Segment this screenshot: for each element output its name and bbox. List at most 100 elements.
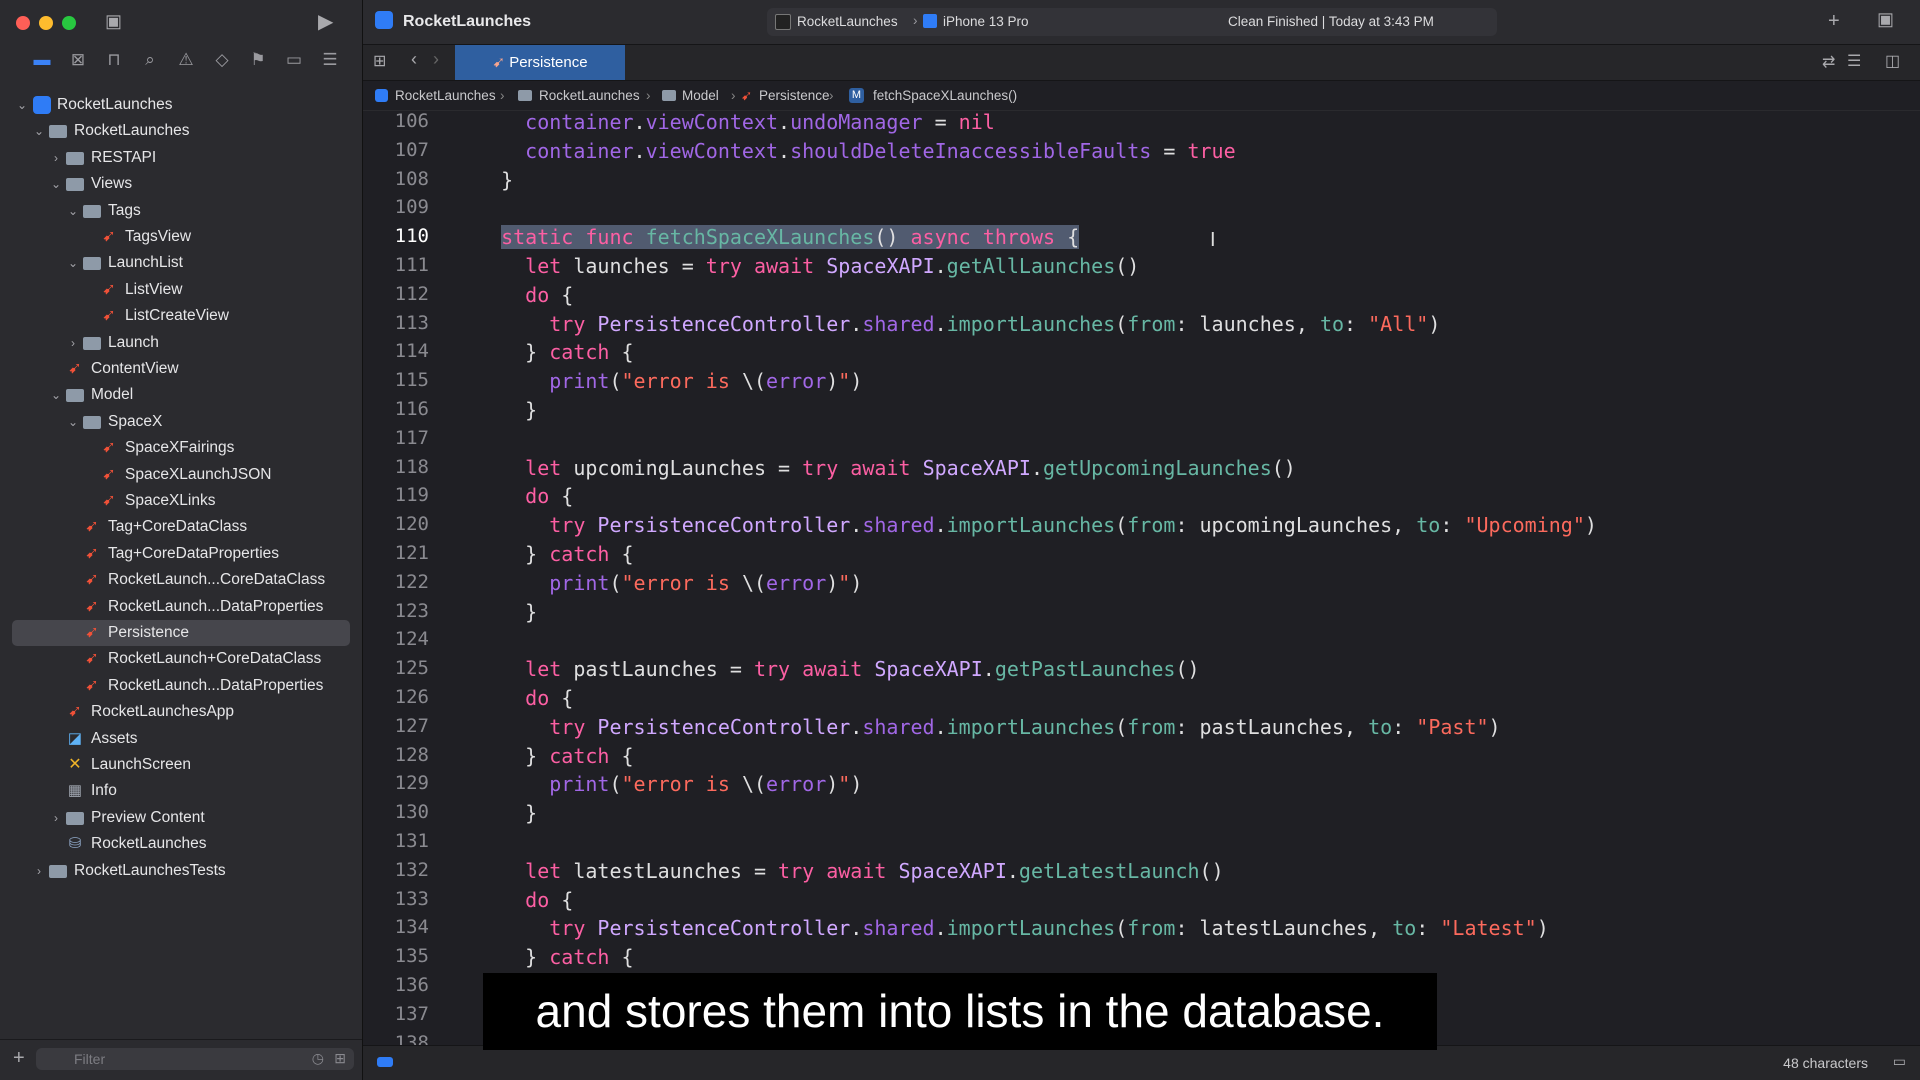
code-line: let upcomingLaunches = try await SpaceXA… (525, 456, 1296, 480)
chevron-down-icon[interactable]: ⌄ (66, 198, 80, 224)
scheme-selector[interactable]: RocketLaunches (797, 14, 898, 29)
chevron-right-icon[interactable]: › (66, 330, 80, 356)
tree-item[interactable]: ⌄ LaunchList (0, 250, 362, 276)
chevron-down-icon[interactable]: ⌄ (32, 118, 46, 144)
report-navigator-icon[interactable]: ☰ (312, 50, 348, 76)
zoom-window-button[interactable] (62, 16, 76, 30)
chevron-right-icon[interactable]: › (49, 805, 63, 831)
chevron-down-icon[interactable]: ⌄ (49, 382, 63, 408)
source-control-navigator-icon[interactable]: ⊠ (60, 50, 96, 76)
split-editor-icon[interactable]: ◫ (1885, 51, 1900, 71)
chevron-down-icon[interactable]: ⌄ (49, 171, 63, 197)
test-navigator-icon[interactable]: ◇ (204, 50, 240, 76)
find-navigator-icon[interactable]: ⌕ (132, 50, 168, 76)
issue-navigator-icon[interactable]: ⚠ (168, 50, 204, 76)
tree-item[interactable]: ✕ LaunchScreen (0, 752, 362, 778)
breadcrumb-item[interactable]: Model (682, 81, 719, 110)
tab-persistence[interactable]: ➹ Persistence (455, 45, 625, 80)
tree-item[interactable]: ⌄ Model (0, 382, 362, 408)
chevron-left-icon[interactable]: ‹ (411, 49, 417, 70)
symbol-navigator-icon[interactable]: ⊓ (96, 50, 132, 76)
code-editor[interactable]: 106 107 108 109 110 111 112 113 114 115 … (363, 110, 1920, 1046)
code-line: try PersistenceController.shared.importL… (549, 715, 1501, 739)
debug-area-toggle-icon[interactable] (377, 1057, 393, 1067)
tree-item[interactable]: › RESTAPI (0, 145, 362, 171)
line-number: 135 (394, 945, 429, 967)
code-review-icon[interactable]: ⇄ (1822, 52, 1835, 72)
line-number: 125 (394, 657, 429, 679)
sidebar-toggle-icon[interactable]: ▣ (105, 11, 122, 32)
tree-item[interactable]: › Launch (0, 330, 362, 356)
tree-item[interactable]: ➹ ContentView (0, 356, 362, 382)
tree-item[interactable]: ➹ ListView (0, 277, 362, 303)
tree-item[interactable]: ➹ RocketLaunchesApp (0, 699, 362, 725)
breadcrumb-item[interactable]: RocketLaunches (539, 81, 640, 110)
close-window-button[interactable] (16, 16, 30, 30)
destination-selector[interactable]: iPhone 13 Pro (943, 14, 1029, 29)
device-icon (923, 14, 937, 28)
tree-item[interactable]: ➹ RocketLaunch...DataProperties (0, 673, 362, 699)
tree-item[interactable]: ⌄ RocketLaunches (0, 92, 362, 118)
breadcrumb-item[interactable]: Persistence (759, 81, 830, 110)
tree-item[interactable]: ➹ SpaceXLaunchJSON (0, 462, 362, 488)
add-file-icon[interactable]: + (13, 1047, 25, 1070)
chevron-down-icon[interactable]: ⌄ (15, 92, 29, 118)
tree-item[interactable]: ⌄ Views (0, 171, 362, 197)
code-line: } catch { (477, 340, 634, 364)
inspector-toggle-icon[interactable]: ▣ (1877, 9, 1894, 30)
chevron-right-icon[interactable]: › (32, 858, 46, 884)
tree-item[interactable]: ⌄ SpaceX (0, 409, 362, 435)
add-library-icon[interactable]: + (1828, 10, 1840, 33)
code-line: try PersistenceController.shared.importL… (549, 312, 1441, 336)
tree-item[interactable]: ◪ Assets (0, 726, 362, 752)
tree-item[interactable]: ⌄ RocketLaunches (0, 118, 362, 144)
debug-area-icon[interactable]: ▭ (1893, 1053, 1906, 1070)
breadcrumb-item[interactable]: RocketLaunches (395, 81, 496, 110)
swift-file-icon: ➹ (102, 307, 116, 324)
swift-file-icon: ➹ (85, 545, 99, 562)
tree-item[interactable]: ➹ SpaceXLinks (0, 488, 362, 514)
project-navigator-icon[interactable]: ▬ (24, 50, 60, 76)
breadcrumb-item[interactable]: fetchSpaceXLaunches() (873, 81, 1017, 110)
tree-item[interactable]: ➹ Tag+CoreDataProperties (0, 541, 362, 567)
chevron-down-icon[interactable]: ⌄ (66, 409, 80, 435)
tree-item-selected[interactable]: ➹ Persistence (12, 620, 350, 646)
tree-item[interactable]: ➹ Tag+CoreDataClass (0, 514, 362, 540)
chevron-right-icon[interactable]: › (433, 49, 439, 70)
tree-item[interactable]: ▦ Info (0, 778, 362, 804)
chevron-right-icon[interactable]: › (49, 145, 63, 171)
recent-files-icon[interactable]: ◷ (312, 1050, 324, 1067)
breakpoint-navigator-icon[interactable]: ▭ (276, 50, 312, 76)
debug-navigator-icon[interactable]: ⚑ (240, 50, 276, 76)
related-items-icon[interactable]: ⊞ (373, 51, 386, 71)
tree-item[interactable]: ➹ SpaceXFairings (0, 435, 362, 461)
video-caption: and stores them into lists in the databa… (483, 973, 1437, 1050)
navigator-selector-bar: ▬ ⊠ ⊓ ⌕ ⚠ ◇ ⚑ ▭ ☰ (24, 50, 348, 76)
line-number: 128 (394, 744, 429, 766)
code-line-highlighted: static func fetchSpaceXLaunches() async … (501, 225, 1080, 249)
chevron-right-icon: › (913, 13, 918, 28)
tree-item[interactable]: ⌄ Tags (0, 198, 362, 224)
swift-file-icon: ➹ (68, 703, 82, 720)
code-line: print("error is \(error)") (549, 772, 863, 796)
code-line: do { (525, 686, 574, 710)
tree-item[interactable]: ➹ RocketLaunch+CoreDataClass (0, 646, 362, 672)
run-button-icon[interactable]: ▶ (318, 9, 333, 34)
navigator-filter-input[interactable]: Filter ◷ ⊞ (36, 1048, 354, 1070)
code-line: try PersistenceController.shared.importL… (549, 916, 1549, 940)
swift-file-icon: ➹ (85, 650, 99, 667)
source-control-filter-icon[interactable]: ⊞ (334, 1050, 346, 1067)
folder-icon (83, 257, 101, 270)
minimize-window-button[interactable] (39, 16, 53, 30)
tree-item[interactable]: ➹ RocketLaunch...CoreDataClass (0, 567, 362, 593)
editor-options-icon[interactable]: ☰ (1847, 51, 1861, 71)
tree-item[interactable]: ➹ ListCreateView (0, 303, 362, 329)
code-line: print("error is \(error)") (549, 369, 863, 393)
tree-item[interactable]: ➹ RocketLaunch...DataProperties (0, 594, 362, 620)
tree-item[interactable]: ⛁ RocketLaunches (0, 831, 362, 857)
tree-item[interactable]: ➹ TagsView (0, 224, 362, 250)
chevron-down-icon[interactable]: ⌄ (66, 250, 80, 276)
tree-item[interactable]: › RocketLaunchesTests (0, 858, 362, 884)
tree-item[interactable]: › Preview Content (0, 805, 362, 831)
folder-icon (66, 389, 84, 402)
